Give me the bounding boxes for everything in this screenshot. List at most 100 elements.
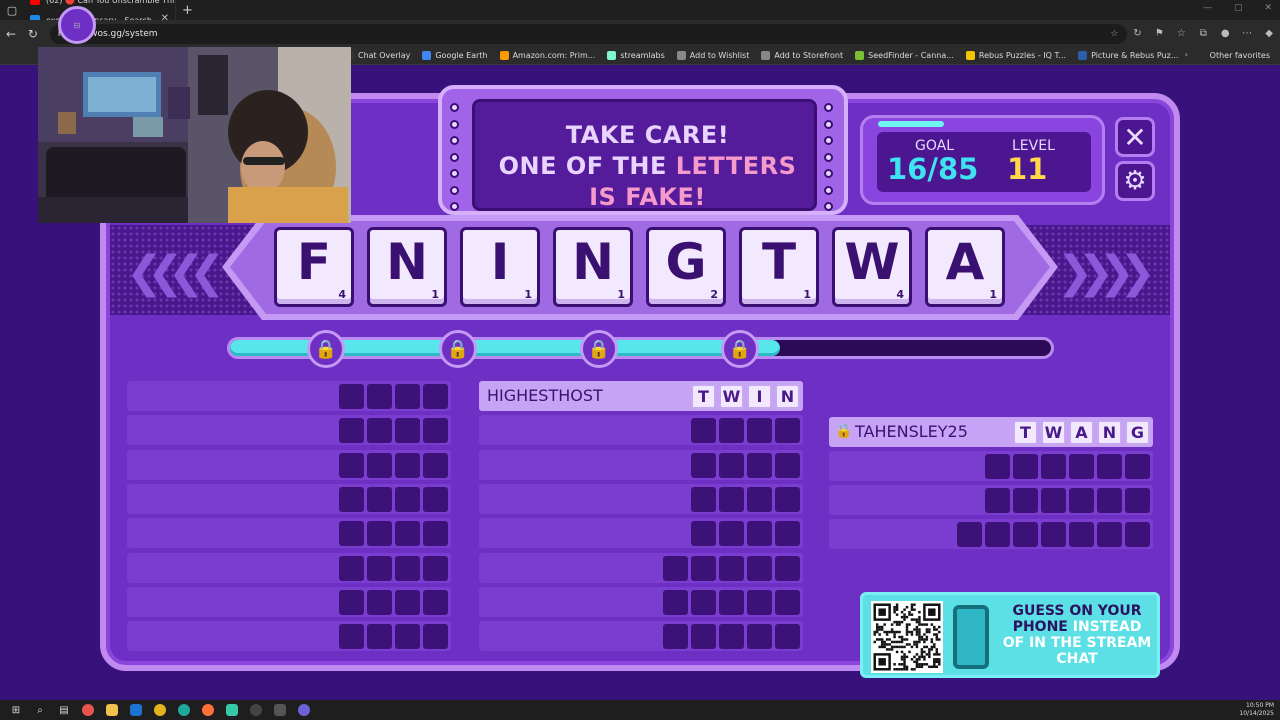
start-icon[interactable]: ⊞: [4, 700, 28, 720]
outlook-icon[interactable]: [124, 700, 148, 720]
goal-value: 16/85: [887, 152, 979, 186]
letter-tile[interactable]: A1: [925, 227, 1005, 307]
marquee-lights-left: [450, 103, 464, 211]
file-explorer-icon[interactable]: [100, 700, 124, 720]
letter-slot: W: [1041, 420, 1066, 445]
bookmark-label: SeedFinder - Canna...: [868, 51, 954, 60]
refresh-extension-icon[interactable]: ↻: [1127, 28, 1149, 39]
profile-avatar[interactable]: ●: [1214, 28, 1236, 39]
letter-slot: [775, 624, 800, 650]
site-info-icon[interactable]: ⊟: [57, 6, 96, 44]
bookmark-item[interactable]: Amazon.com: Prim...: [499, 51, 595, 60]
maximize-icon[interactable]: ▢: [1234, 3, 1243, 13]
minimize-icon[interactable]: —: [1203, 3, 1212, 13]
clock[interactable]: 10:50 PM 10/14/2025: [1239, 702, 1274, 718]
promo-line-4: CHAT: [1056, 651, 1098, 667]
hidden-word-row: [829, 485, 1153, 515]
settings-button[interactable]: ⚙: [1115, 161, 1155, 201]
bookmark-item[interactable]: Chat Overlay: [345, 51, 410, 60]
url-input[interactable]: ⊟ https://wos.gg/system ☆: [49, 6, 1127, 44]
letter-slot: [395, 589, 420, 615]
bookmark-label: Add to Wishlist: [689, 51, 750, 60]
bookmark-item[interactable]: Google Earth: [422, 51, 488, 60]
tab-bar: ▢ KStream - Kick Dashboard✕(7) Twitch✕(6…: [0, 0, 1280, 70]
bookmark-label: streamlabs: [620, 51, 665, 60]
letter-slot: [691, 589, 716, 615]
favorites-icon[interactable]: ☆: [1170, 28, 1192, 39]
hidden-word-row: [479, 449, 803, 480]
bookmark-item[interactable]: streamlabs: [607, 51, 665, 60]
reload-icon[interactable]: ↻: [22, 27, 44, 41]
browser-tab[interactable]: (62) 🔴 Can You Unscramble Thi✕: [24, 0, 176, 10]
letter-tile[interactable]: N1: [553, 227, 633, 307]
new-tab-button[interactable]: +: [182, 3, 193, 18]
letter-slot: [367, 521, 392, 547]
tile-letter: A: [945, 233, 985, 291]
letter-tile[interactable]: I1: [460, 227, 540, 307]
letter-slot: [395, 384, 420, 409]
extension-icon[interactable]: ⚑: [1148, 28, 1170, 39]
letter-slot: [985, 454, 1010, 479]
bookmark-item[interactable]: SeedFinder - Canna...: [855, 51, 954, 60]
app-icon-5[interactable]: [292, 700, 316, 720]
bookmark-item[interactable]: Picture & Rebus Puz...: [1078, 51, 1178, 60]
other-favorites[interactable]: Other favorites: [1210, 51, 1270, 60]
app-icon-1[interactable]: [76, 700, 100, 720]
bookmark-favicon-icon: [855, 51, 865, 60]
close-game-button[interactable]: ✕: [1115, 117, 1155, 157]
letter-slot: [423, 555, 448, 581]
collections-icon[interactable]: ⧉: [1192, 28, 1214, 39]
letter-slot: [719, 452, 744, 478]
letter-tile[interactable]: N1: [367, 227, 447, 307]
slot-letter: T: [698, 387, 709, 406]
promo-text: GUESS ON YOUR PHONE INSTEAD OF IN THE ST…: [997, 603, 1157, 667]
edge-icon[interactable]: [172, 700, 196, 720]
letter-slot: [395, 452, 420, 478]
hidden-word-row: [829, 519, 1153, 549]
favorite-star-icon[interactable]: ☆: [1110, 29, 1118, 39]
chevron-right-icon[interactable]: ›: [1185, 50, 1188, 59]
chevrons-right-icon: ❯❯❯❯: [1056, 247, 1157, 298]
tile-points: 1: [989, 288, 997, 301]
letter-slot: [423, 452, 448, 478]
phone-guess-promo[interactable]: GUESS ON YOUR PHONE INSTEAD OF IN THE ST…: [860, 592, 1160, 678]
app-icon-3[interactable]: [244, 700, 268, 720]
tab-close-icon[interactable]: ✕: [161, 0, 169, 4]
hidden-word-row: [127, 586, 451, 617]
letter-slot: [747, 521, 772, 547]
address-bar: ← ↻ ⊟ https://wos.gg/system ☆ ↻ ⚑ ☆ ⧉ ● …: [0, 6, 1280, 47]
copilot-icon[interactable]: ◆: [1258, 28, 1280, 39]
bookmark-item[interactable]: Add to Storefront: [761, 51, 843, 60]
letter-slot: [367, 384, 392, 409]
letter-slot: [1041, 454, 1066, 479]
slot-letter: N: [780, 387, 795, 406]
letter-tile[interactable]: F4: [274, 227, 354, 307]
hidden-word-row: [127, 381, 451, 411]
more-menu-icon[interactable]: ⋯: [1236, 28, 1258, 39]
warning-text: TAKE CARE! ONE OF THE LETTERS IS FAKE!: [475, 120, 820, 213]
close-window-icon[interactable]: ✕: [1264, 3, 1272, 13]
letter-tile[interactable]: G2: [646, 227, 726, 307]
task-view-icon[interactable]: ▤: [52, 700, 76, 720]
letter-tile[interactable]: W4: [832, 227, 912, 307]
letter-slot: [395, 486, 420, 512]
letter-tile[interactable]: T1: [739, 227, 819, 307]
app-icon-2[interactable]: [220, 700, 244, 720]
chrome-icon[interactable]: [148, 700, 172, 720]
firefox-icon[interactable]: [196, 700, 220, 720]
letter-slot: [339, 555, 364, 581]
letter-slot: [1097, 488, 1122, 513]
search-icon[interactable]: ⌕: [28, 700, 52, 720]
back-icon[interactable]: ←: [0, 27, 22, 41]
letter-slot: [747, 452, 772, 478]
app-icon-4[interactable]: [268, 700, 292, 720]
bookmark-item[interactable]: Add to Wishlist: [676, 51, 750, 60]
window-menu-icon[interactable]: ▢: [0, 0, 24, 20]
bookmark-favicon-icon: [761, 51, 771, 60]
hidden-word-row: [479, 621, 803, 652]
bookmark-item[interactable]: Rebus Puzzles - IQ T...: [965, 51, 1066, 60]
letter-slot: T: [691, 384, 716, 409]
slot-letter: A: [1075, 423, 1088, 442]
promo-line-1: GUESS ON YOUR: [1012, 603, 1142, 619]
letter-slot: [663, 589, 688, 615]
